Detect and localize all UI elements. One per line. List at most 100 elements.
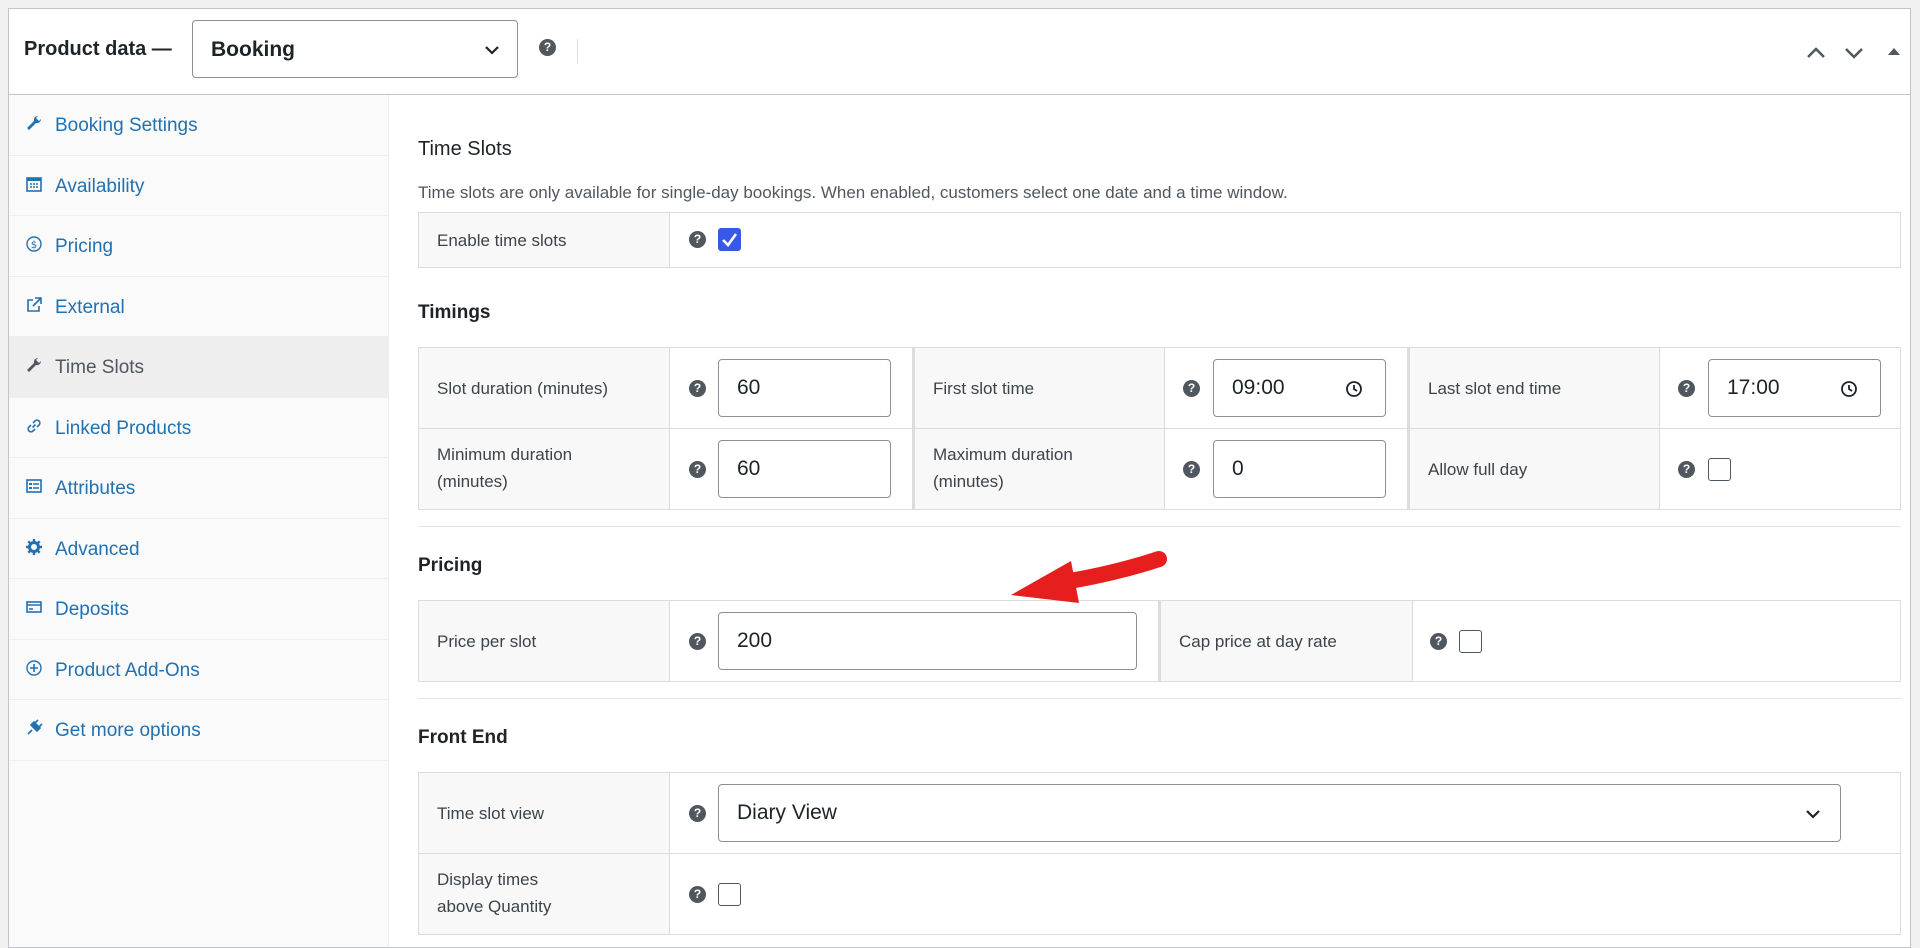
allow-full-day-label: Allow full day <box>1428 460 1528 479</box>
last-slot-label: Last slot end time <box>1428 379 1562 398</box>
help-icon[interactable]: ? <box>1678 380 1695 397</box>
collapse-triangle-icon[interactable] <box>1882 41 1906 65</box>
front-end-title: Front End <box>418 727 508 748</box>
card-icon <box>26 601 42 613</box>
slot-duration-label: Slot duration (minutes) <box>437 379 609 398</box>
help-icon[interactable]: ? <box>689 380 706 397</box>
sidebar-item-label: Get more options <box>55 720 201 741</box>
sidebar-item-label: Linked Products <box>55 417 192 439</box>
display-times-row: Display times above Quantity ? <box>418 853 1901 935</box>
last-slot-time-input[interactable]: 17:00 <box>1708 359 1881 417</box>
enable-time-slots-cell: Enable time slots <box>419 213 670 267</box>
wrench-icon <box>27 357 42 372</box>
sidebar-item-linked-products[interactable]: Linked Products <box>9 398 388 458</box>
price-per-slot-value: 200 <box>737 629 773 652</box>
calendar-icon <box>26 176 42 192</box>
section-divider <box>418 698 1901 699</box>
help-icon[interactable]: ? <box>1678 461 1695 478</box>
allow-full-day-checkbox[interactable] <box>1708 458 1731 481</box>
min-duration-cell: Minimum duration (minutes) <box>419 429 670 509</box>
sidebar-item-advanced[interactable]: Advanced <box>9 519 388 579</box>
chevron-up-icon[interactable] <box>1804 41 1828 65</box>
help-icon[interactable]: ? <box>1183 461 1200 478</box>
dollar-icon: $ <box>26 236 42 252</box>
enable-time-slots-label: Enable time slots <box>437 231 567 250</box>
time-slots-description: Time slots are only available for single… <box>418 183 1288 202</box>
time-slot-view-select[interactable]: Diary View <box>718 784 1841 842</box>
external-link-icon <box>27 296 42 312</box>
first-slot-value: 09:00 <box>1232 376 1285 399</box>
time-slot-view-value: Diary View <box>737 801 837 824</box>
help-icon[interactable]: ? <box>689 231 706 248</box>
sidebar-item-external[interactable]: External <box>9 277 388 337</box>
checkmark-icon <box>722 233 738 247</box>
max-duration-cell: Maximum duration (minutes) <box>915 429 1165 509</box>
max-duration-label-line2: (minutes) <box>933 472 1004 491</box>
time-slots-title: Time Slots <box>418 138 512 160</box>
clock-icon[interactable] <box>1345 380 1363 398</box>
help-icon[interactable]: ? <box>1183 380 1200 397</box>
sidebar-item-availability[interactable]: Availability <box>9 156 388 216</box>
sidebar-item-label: Time Slots <box>55 357 145 378</box>
cap-price-checkbox[interactable] <box>1459 630 1482 653</box>
list-icon <box>26 479 42 493</box>
help-icon[interactable]: ? <box>689 461 706 478</box>
sidebar-item-label: Attributes <box>55 478 136 499</box>
sidebar-item-label: Product Add-Ons <box>55 659 200 681</box>
time-slot-view-row: Time slot view ? Diary View <box>418 772 1901 854</box>
timings-row-2: Minimum duration (minutes) ? 60 Maximum … <box>418 428 1901 510</box>
first-slot-time-input[interactable]: 09:00 <box>1213 359 1386 417</box>
enable-time-slots-row: Enable time slots ? <box>418 212 1901 268</box>
sidebar-item-label: Advanced <box>55 538 140 560</box>
help-icon[interactable]: ? <box>689 886 706 903</box>
min-duration-input[interactable]: 60 <box>718 440 891 498</box>
sidebar-item-label: Deposits <box>55 599 129 620</box>
product-type-value: Booking <box>211 38 295 61</box>
first-slot-label: First slot time <box>933 379 1035 398</box>
annotation-arrow-icon <box>1011 551 1167 603</box>
timings-row-1: Slot duration (minutes) ? 60 First slot … <box>418 347 1901 429</box>
max-duration-input[interactable]: 0 <box>1213 440 1386 498</box>
min-duration-label-line1: Minimum duration <box>437 445 573 464</box>
sidebar-item-deposits[interactable]: Deposits <box>9 579 388 640</box>
panel-title: Product data — <box>24 38 172 60</box>
product-type-select[interactable]: Booking <box>192 20 518 78</box>
price-per-slot-input[interactable]: 200 <box>718 612 1137 670</box>
display-times-checkbox[interactable] <box>718 883 741 906</box>
clock-icon[interactable] <box>1840 380 1858 398</box>
first-slot-cell: First slot time <box>915 348 1165 429</box>
time-slots-panel: Time Slots Time slots are only available… <box>390 95 1910 947</box>
cap-price-label: Cap price at day rate <box>1179 632 1337 651</box>
help-icon[interactable]: ? <box>1430 633 1447 650</box>
sidebar-item-label: Pricing <box>55 236 114 257</box>
chevron-down-icon[interactable] <box>1842 41 1866 65</box>
plugin-icon <box>27 719 43 735</box>
sidebar-item-attributes[interactable]: Attributes <box>9 458 388 519</box>
min-duration-label-line2: (minutes) <box>437 472 508 491</box>
chevron-down-icon <box>1806 810 1820 819</box>
help-icon[interactable]: ? <box>539 39 556 56</box>
help-icon[interactable]: ? <box>689 805 706 822</box>
slot-duration-value: 60 <box>737 376 761 399</box>
sidebar-item-booking-settings[interactable]: Booking Settings <box>9 95 388 156</box>
sidebar-item-product-add-ons[interactable]: Product Add-Ons <box>9 640 388 700</box>
price-per-slot-label: Price per slot <box>437 632 537 651</box>
plus-circle-icon <box>26 659 42 676</box>
product-data-panel: Product data — Booking ? Booking Setting… <box>8 8 1911 948</box>
time-slot-view-cell: Time slot view <box>419 773 670 854</box>
sidebar-item-get-more-options[interactable]: Get more options <box>9 700 388 761</box>
pricing-title: Pricing <box>418 555 483 576</box>
sidebar-item-pricing[interactable]: $ Pricing <box>9 216 388 277</box>
slot-duration-input[interactable]: 60 <box>718 359 891 417</box>
timings-title: Timings <box>418 302 491 323</box>
display-times-label-line1: Display times <box>437 870 539 889</box>
enable-time-slots-checkbox[interactable] <box>718 228 741 251</box>
display-times-label-line2: above Quantity <box>437 897 552 916</box>
chevron-down-icon <box>485 46 499 55</box>
help-icon[interactable]: ? <box>689 633 706 650</box>
gear-icon <box>26 538 42 555</box>
header-divider <box>577 39 578 63</box>
sidebar-item-time-slots[interactable]: Time Slots <box>9 337 388 398</box>
svg-text:$: $ <box>31 240 37 251</box>
sidebar-item-label: Booking Settings <box>55 115 198 136</box>
